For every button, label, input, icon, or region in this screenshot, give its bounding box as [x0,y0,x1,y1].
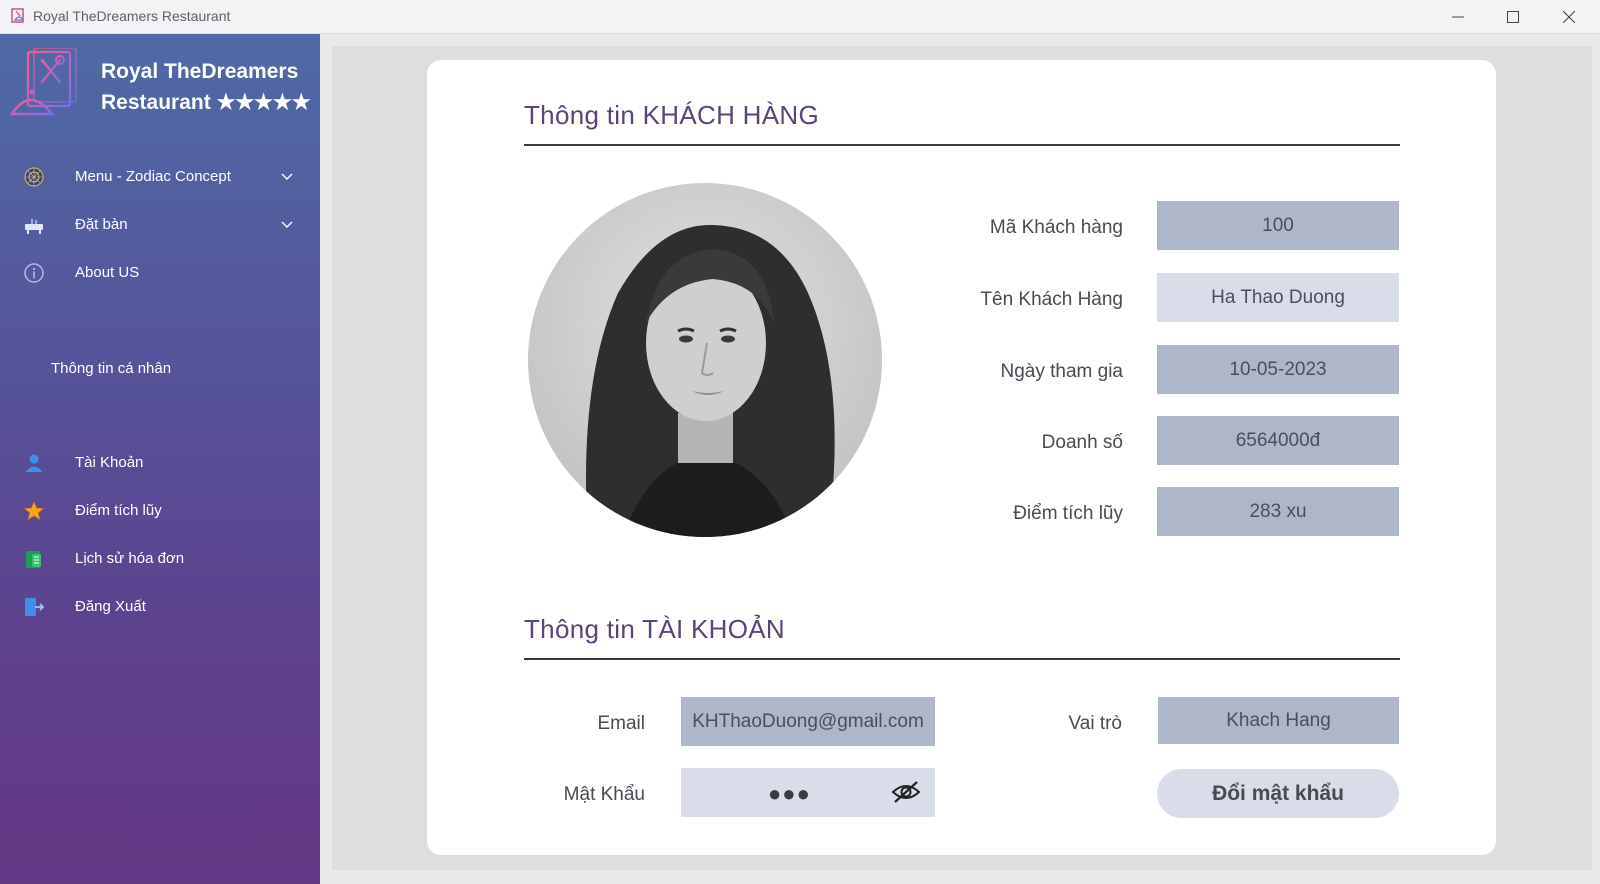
sidebar-item-tai-khoan[interactable]: Tài Khoản [0,442,320,482]
chevron-down-icon [281,173,293,180]
sidebar-item-label: Menu - Zodiac Concept [75,168,231,185]
password-label: Mật Khẩu [563,784,645,805]
sidebar-item-label: Tài Khoản [75,454,144,471]
sidebar-item-label: Lịch sử hóa đơn [75,550,185,567]
minimize-button[interactable] [1430,0,1486,34]
sidebar-item-label: Đặt bàn [75,216,128,233]
chevron-down-icon [281,221,293,228]
dining-table-icon [25,219,43,234]
zodiac-wheel-icon [24,167,44,187]
sidebar-item-diem-tich-luy[interactable]: Điểm tích lũy [0,490,320,530]
sales-label: Doanh số [1041,432,1123,453]
window-title: Royal TheDreamers Restaurant [33,8,231,24]
role-label: Vai trò [1068,713,1122,734]
restaurant-logo [8,48,77,118]
sidebar-section-personal-info: Thông tin cá nhân [51,360,172,377]
change-password-button[interactable]: Đổi mật khẩu [1157,769,1399,818]
logout-icon [25,598,45,616]
customer-id-label: Mã Khách hàng [989,217,1123,238]
sidebar-item-label: Đăng Xuất [75,598,146,615]
sidebar-item-lich-su-hoa-don[interactable]: Lịch sử hóa đơn [0,538,320,578]
sidebar: Royal TheDreamers Restaurant ★★★★★ Menu … [0,34,320,884]
brand-line-2: Restaurant ★★★★★ [101,91,311,114]
brand-name: Royal TheDreamers Restaurant ★★★★★ [101,56,311,118]
join-date-label: Ngày tham gia [1000,361,1123,382]
brand-line-1: Royal TheDreamers [101,60,299,83]
invoice-icon [26,551,41,568]
customer-id-field: 100 [1157,201,1399,250]
eye-slash-icon[interactable] [891,779,921,805]
email-field: KHThaoDuong@gmail.com [681,697,935,746]
join-date-field: 10-05-2023 [1157,345,1399,394]
points-field: 283 xu [1157,487,1399,536]
minimize-icon [1452,16,1464,18]
close-icon [1563,11,1575,23]
sidebar-item-label: About US [75,264,140,281]
account-section-divider [524,658,1400,660]
password-mask: ●●● [768,781,811,806]
sidebar-item-about-us[interactable]: About US [0,252,320,292]
points-label: Điểm tích lũy [1013,503,1123,524]
customer-name-label: Tên Khách Hàng [980,289,1123,310]
role-field: Khach Hang [1158,697,1399,744]
close-button[interactable] [1541,0,1597,34]
customer-name-field[interactable]: Ha Thao Duong [1157,273,1399,322]
customer-avatar [528,183,882,537]
customer-section-title: Thông tin KHÁCH HÀNG [524,100,819,130]
sidebar-item-dang-xuat[interactable]: Đăng Xuất [0,586,320,626]
title-bar: Royal TheDreamers Restaurant [0,0,1600,34]
customer-section-divider [524,144,1400,146]
maximize-icon [1507,11,1519,23]
info-icon [24,263,44,283]
email-label: Email [597,713,645,734]
app-icon [11,8,25,23]
sales-field: 6564000đ [1157,416,1399,465]
sidebar-item-menu-zodiac[interactable]: Menu - Zodiac Concept [0,156,320,196]
sidebar-item-dat-ban[interactable]: Đặt bàn [0,204,320,244]
star-icon [23,500,45,521]
password-field[interactable]: ●●● [681,768,935,817]
maximize-button[interactable] [1485,0,1541,34]
account-section-title: Thông tin TÀI KHOẢN [524,614,785,644]
user-icon [25,454,43,472]
sidebar-item-label: Điểm tích lũy [75,502,162,519]
